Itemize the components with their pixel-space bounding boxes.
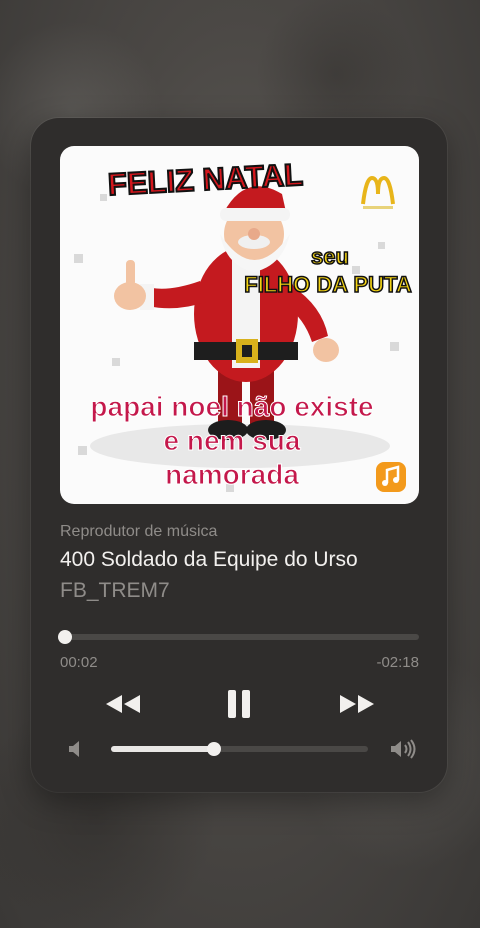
artwork-text-line1: papai noel não existe bbox=[90, 391, 373, 422]
mcdonalds-logo-icon bbox=[361, 175, 395, 209]
pause-icon bbox=[228, 690, 250, 718]
artist-name: FB_TREM7 bbox=[60, 579, 170, 602]
speaker-high-icon bbox=[391, 739, 416, 759]
elapsed-time: 00:02 bbox=[60, 654, 98, 671]
volume-min-button[interactable] bbox=[68, 740, 84, 758]
album-artwork: FELIZ NATAL seu FILHO DA PUTA papai noel… bbox=[60, 146, 419, 504]
artwork-text-line3: namorada bbox=[165, 459, 299, 490]
artwork-text-filho: FILHO DA PUTA bbox=[244, 272, 412, 297]
remaining-time: -02:18 bbox=[376, 654, 419, 671]
progress-scrubber[interactable] bbox=[57, 630, 72, 644]
track-title: 400 Soldado da Equipe do Urso bbox=[60, 548, 358, 571]
progress-bar[interactable] bbox=[57, 630, 419, 644]
rewind-button[interactable] bbox=[104, 692, 142, 716]
volume-slider[interactable] bbox=[111, 742, 368, 756]
fast-forward-icon bbox=[340, 695, 374, 713]
source-label: Reprodutor de música bbox=[60, 523, 218, 540]
volume-knob[interactable] bbox=[206, 742, 221, 756]
volume-fill bbox=[111, 746, 214, 752]
music-note-icon bbox=[376, 462, 406, 492]
artwork-text-line2: e nem sua bbox=[164, 425, 301, 456]
pause-button[interactable] bbox=[226, 689, 252, 719]
music-player-card: FELIZ NATAL seu FILHO DA PUTA papai noel… bbox=[31, 118, 447, 792]
forward-button[interactable] bbox=[338, 692, 376, 716]
speaker-low-icon bbox=[69, 741, 79, 757]
artwork-text-seu: seu bbox=[311, 244, 349, 269]
rewind-icon bbox=[106, 695, 140, 713]
volume-max-button[interactable] bbox=[390, 739, 418, 759]
